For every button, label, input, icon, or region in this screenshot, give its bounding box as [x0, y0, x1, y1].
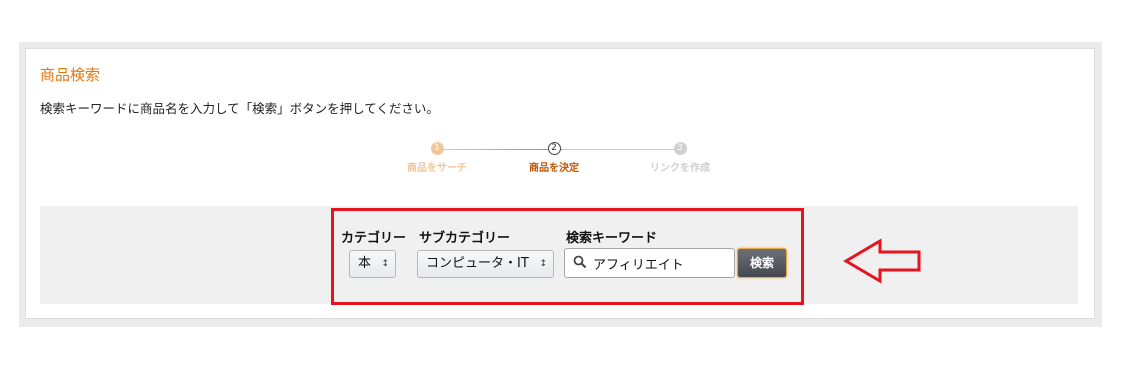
step-3-label: リンクを作成 — [650, 163, 710, 174]
progress-steps: 1 商品をサーチ 2 商品を決定 3 リンクを作成 — [392, 140, 732, 180]
step-search: 1 商品をサーチ — [392, 140, 482, 174]
step-create-link: 3 リンクを作成 — [635, 140, 725, 174]
instructions-text: 検索キーワードに商品名を入力して「検索」ボタンを押してください。 — [40, 101, 439, 116]
page-title: 商品検索 — [40, 66, 101, 84]
left-arrow-icon — [843, 238, 921, 284]
step-decide: 2 商品を決定 — [509, 140, 599, 174]
step-1-circle: 1 — [430, 142, 444, 155]
step-2-circle: 2 — [547, 142, 561, 155]
annotation-highlight-box — [331, 208, 804, 305]
step-1-label: 商品をサーチ — [407, 163, 467, 174]
step-2-label: 商品を決定 — [529, 163, 579, 174]
step-3-circle: 3 — [673, 142, 687, 155]
